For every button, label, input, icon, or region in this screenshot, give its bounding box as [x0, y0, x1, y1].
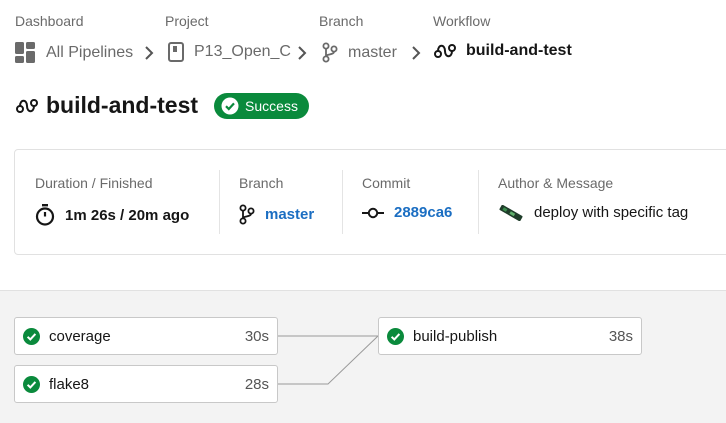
divider — [342, 170, 343, 234]
job-name: coverage — [49, 327, 111, 345]
duration-section: Duration / Finished 1m 26s / 20m ago — [35, 170, 189, 234]
duration-value-row: 1m 26s / 20m ago — [35, 204, 189, 226]
breadcrumb-all-pipelines-link[interactable]: All Pipelines — [15, 42, 133, 63]
job-card[interactable]: coverage 30s — [14, 317, 278, 355]
job-duration: 30s — [244, 327, 269, 345]
breadcrumb-project-text: P13_Open_C — [194, 43, 291, 60]
chevron-right-icon — [298, 46, 307, 60]
workflow-icon — [434, 44, 456, 58]
project-icon — [168, 42, 184, 62]
breadcrumb-branch-label: Branch — [319, 13, 364, 29]
breadcrumb-workflow-current: build-and-test — [434, 42, 572, 60]
breadcrumb-project-link[interactable]: P13_Open_C — [168, 42, 291, 62]
commit-label: Commit — [362, 175, 411, 191]
divider — [478, 170, 479, 234]
commit-section: Commit 2889ca6 — [362, 170, 452, 234]
stopwatch-icon — [35, 204, 55, 226]
workflow-icon — [16, 98, 38, 113]
author-message: deploy with specific tag — [534, 204, 689, 221]
status-badge-label: Success — [245, 97, 298, 114]
job-duration: 38s — [608, 327, 633, 345]
dashboard-icon — [15, 42, 35, 63]
check-circle-icon — [23, 375, 40, 393]
branch-label: Branch — [239, 175, 284, 191]
author-label: Author & Message — [498, 175, 614, 191]
chevron-right-icon — [412, 46, 421, 60]
check-circle-icon — [23, 327, 40, 345]
workflow-summary-card: Duration / Finished 1m 26s / 20m ago Bra… — [14, 149, 726, 255]
check-circle-icon — [387, 327, 404, 345]
breadcrumb-project-label: Project — [165, 13, 209, 29]
job-connectors — [278, 335, 379, 385]
job-duration: 28s — [244, 375, 269, 393]
branch-link[interactable]: master — [239, 204, 314, 225]
commit-link[interactable]: 2889ca6 — [362, 204, 452, 221]
job-name: build-publish — [413, 327, 498, 345]
check-circle-icon — [221, 97, 239, 114]
job-card[interactable]: build-publish 38s — [378, 317, 642, 355]
commit-value: 2889ca6 — [394, 204, 453, 221]
status-badge: Success — [214, 92, 309, 119]
breadcrumb-project: Project — [165, 12, 209, 30]
breadcrumb: Dashboard All Pipelines Project P13_Open… — [0, 0, 726, 80]
branch-section: Branch master — [239, 170, 314, 234]
breadcrumb-dashboard-label: Dashboard — [15, 13, 84, 29]
breadcrumb-workflow: Workflow — [433, 12, 490, 30]
duration-label: Duration / Finished — [35, 175, 153, 191]
breadcrumb-branch-link[interactable]: master — [322, 42, 397, 63]
breadcrumb-workflow-label: Workflow — [433, 13, 491, 29]
avatar — [499, 204, 523, 221]
commit-icon — [362, 207, 384, 218]
workflow-graph: coverage 30s flake8 28s build-publish 38… — [0, 290, 726, 423]
breadcrumb-branch-text: master — [348, 43, 397, 61]
duration-value: 1m 26s / 20m ago — [65, 206, 190, 224]
breadcrumb-workflow-text: build-and-test — [466, 42, 572, 59]
breadcrumb-dashboard: Dashboard — [15, 12, 84, 30]
chevron-right-icon — [145, 46, 154, 60]
author-section: Author & Message deploy with specific ta… — [498, 170, 688, 234]
author-message-row: deploy with specific tag — [498, 204, 688, 221]
branch-value: master — [265, 206, 315, 223]
job-name: flake8 — [49, 375, 90, 393]
breadcrumb-branch: Branch — [319, 12, 363, 30]
branch-icon — [322, 42, 338, 63]
page-title: build-and-test — [46, 92, 199, 118]
breadcrumb-all-pipelines-text: All Pipelines — [46, 43, 134, 61]
page-header: build-and-test Success — [16, 92, 309, 119]
divider — [219, 170, 220, 234]
job-card[interactable]: flake8 28s — [14, 365, 278, 403]
branch-icon — [239, 204, 255, 225]
